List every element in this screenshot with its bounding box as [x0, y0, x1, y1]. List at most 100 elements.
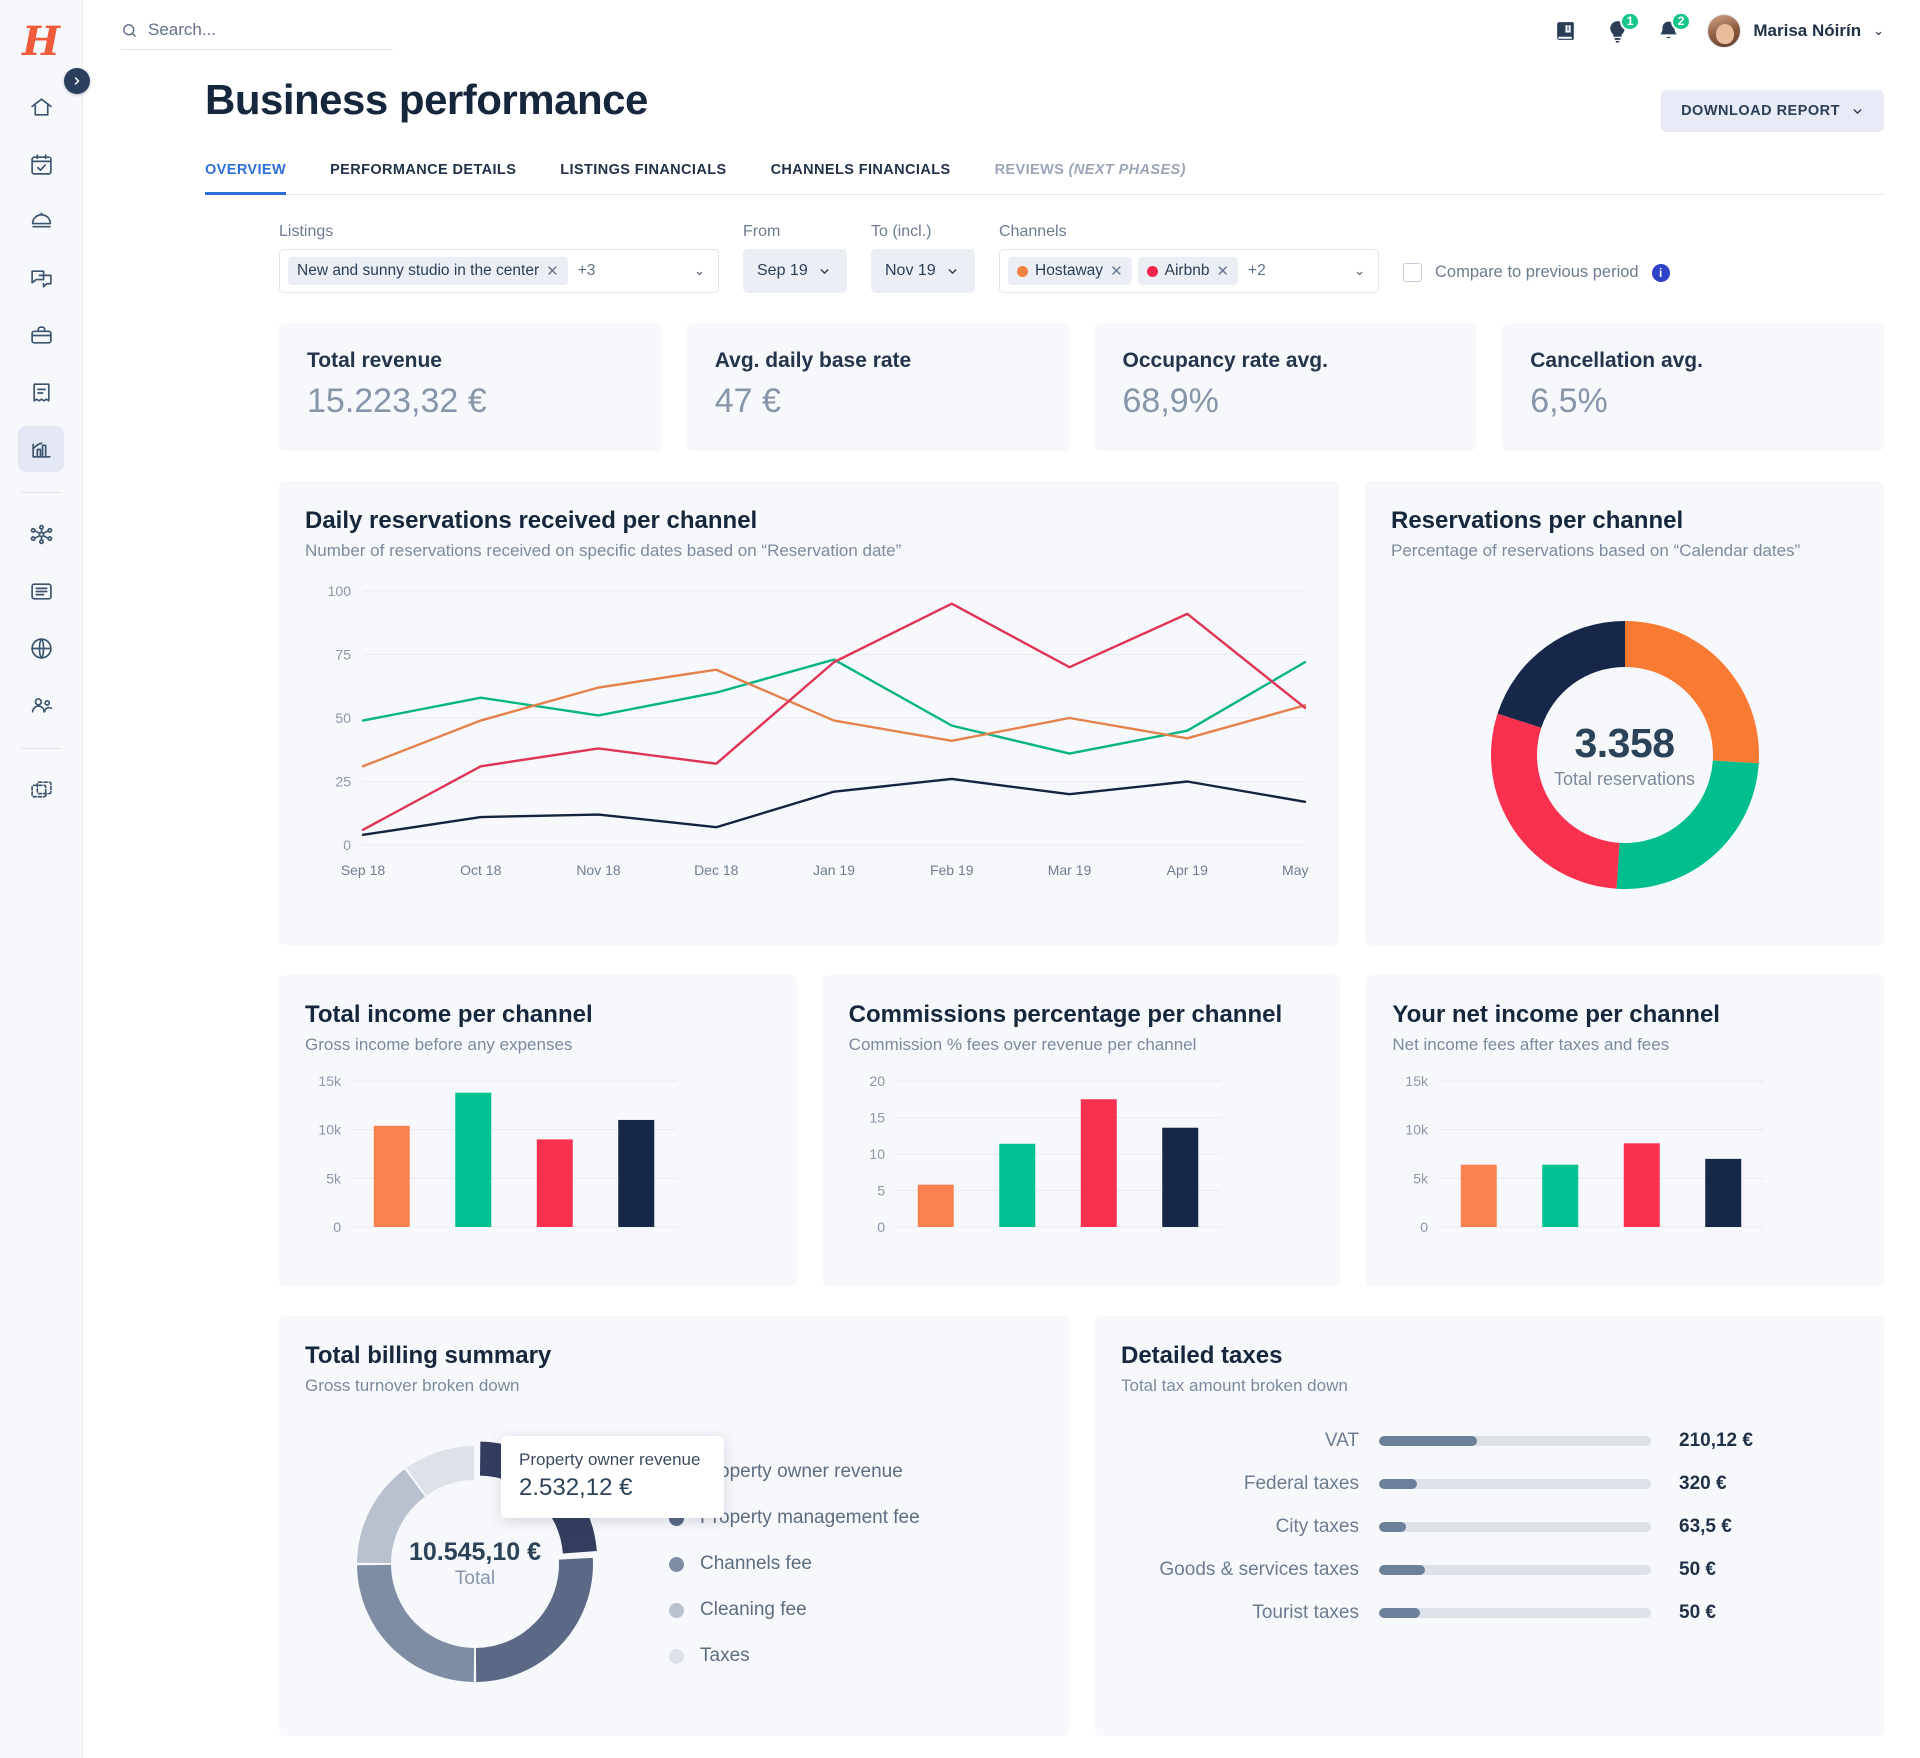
- home-icon: [30, 97, 52, 116]
- search-input[interactable]: [148, 20, 393, 40]
- list-icon: [30, 582, 52, 600]
- tax-bar-track: [1379, 1565, 1651, 1575]
- tax-rows: VAT 210,12 € Federal taxes 320 € City taxes 6…: [1121, 1430, 1858, 1624]
- listings-chip[interactable]: New and sunny studio in the center ✕: [288, 257, 568, 285]
- legend-item[interactable]: Channels fee: [669, 1553, 920, 1575]
- to-date-select[interactable]: Nov 19: [871, 249, 975, 293]
- svg-text:15: 15: [869, 1110, 885, 1126]
- compare-checkbox[interactable]: [1403, 263, 1422, 282]
- guide-book-button[interactable]: [1554, 19, 1579, 44]
- tab-reviews[interactable]: REVIEWS (NEXT PHASES): [995, 162, 1186, 195]
- sidebar-collapse-button[interactable]: [64, 68, 90, 94]
- tax-bar-track: [1379, 1436, 1651, 1446]
- card-title: Total income per channel: [305, 1001, 593, 1028]
- sidebar-item-tasks[interactable]: [18, 568, 64, 614]
- card-subtitle: Net income fees after taxes and fees: [1392, 1035, 1670, 1054]
- sidebar-item-channels[interactable]: [18, 625, 64, 671]
- kpi-label: Cancellation avg.: [1530, 349, 1703, 372]
- sidebar-item-calendar[interactable]: [18, 141, 64, 187]
- tax-row: Federal taxes 320 €: [1121, 1473, 1846, 1495]
- download-report-button[interactable]: DOWNLOAD REPORT: [1661, 90, 1884, 132]
- tab-performance-details[interactable]: PERFORMANCE DETAILS: [330, 162, 516, 195]
- app-root: H Search... 1 2 Marisa Nóirín ⌄ Business…: [0, 0, 1920, 1758]
- notifications-badge: 2: [1670, 11, 1692, 31]
- chevron-down-icon[interactable]: ⌄: [1354, 263, 1370, 279]
- svg-text:0: 0: [343, 837, 351, 853]
- donut-total-value: 3.358: [1574, 720, 1675, 766]
- sidebar-item-templates[interactable]: [18, 767, 64, 813]
- card-subtitle: Percentage of reservations based on “Cal…: [1391, 541, 1801, 560]
- close-icon[interactable]: ✕: [1216, 262, 1229, 280]
- listings-filter: Listings New and sunny studio in the cen…: [279, 223, 719, 293]
- svg-text:5k: 5k: [1414, 1170, 1430, 1186]
- card-subtitle: Number of reservations received on speci…: [305, 541, 902, 560]
- sidebar-item-team[interactable]: [18, 682, 64, 728]
- tab-listings-financials[interactable]: LISTINGS FINANCIALS: [560, 162, 726, 195]
- to-filter: To (incl.) Nov 19: [871, 223, 975, 293]
- tab-bar: OVERVIEW PERFORMANCE DETAILS LISTINGS FI…: [205, 162, 1884, 195]
- calendar-check-icon: [30, 153, 52, 175]
- listings-select[interactable]: New and sunny studio in the center ✕ +3 …: [279, 249, 719, 293]
- tab-overview[interactable]: OVERVIEW: [205, 162, 287, 195]
- sidebar-item-automations[interactable]: [18, 511, 64, 557]
- close-icon[interactable]: ✕: [1110, 262, 1123, 280]
- filter-bar: Listings New and sunny studio in the cen…: [83, 195, 1920, 293]
- listings-chip-label: New and sunny studio in the center: [297, 262, 540, 279]
- tax-name: VAT: [1324, 1430, 1359, 1451]
- briefcase-icon: [30, 325, 52, 344]
- svg-text:0: 0: [877, 1219, 885, 1235]
- tax-row: Goods & services taxes 50 €: [1121, 1559, 1846, 1581]
- channel-chip-hostaway[interactable]: Hostaway ✕: [1008, 257, 1132, 285]
- search-box[interactable]: [121, 20, 393, 50]
- tax-bar-track: [1379, 1522, 1651, 1532]
- svg-text:Mar 19: Mar 19: [1048, 862, 1092, 878]
- card-title: Daily reservations received per channel: [305, 507, 758, 534]
- from-filter-label: From: [743, 223, 781, 240]
- tips-badge: 1: [1619, 11, 1641, 31]
- daily-reservations-chart: 0 25 50 75 100 Sep 18 Oct 18 Nov 18 Dec 18 Jan 19…: [328, 583, 1329, 878]
- tax-bar-track: [1379, 1608, 1651, 1618]
- sidebar-item-guests[interactable]: [18, 198, 64, 244]
- compare-label: Compare to previous period: [1435, 263, 1639, 281]
- charts-row-1: Daily reservations received per channel …: [83, 481, 1920, 945]
- card-net-income-per-channel: Your net income per channel Net income f…: [1366, 975, 1885, 1286]
- duplicate-icon: [30, 780, 52, 798]
- user-name: Marisa Nóirín: [1753, 21, 1862, 40]
- from-date-select[interactable]: Sep 19: [743, 249, 847, 293]
- chevron-down-icon[interactable]: ⌄: [694, 263, 710, 279]
- channel-color-dot: [1017, 265, 1028, 277]
- tax-value: 50 €: [1679, 1559, 1716, 1580]
- sidebar-divider-1: [21, 492, 61, 493]
- kpi-row: Total revenue 15.223,32 € Avg. daily bas…: [83, 293, 1920, 451]
- card-title: Detailed taxes: [1121, 1342, 1283, 1369]
- kpi-occupancy-rate-avg: Occupancy rate avg. 68,9%: [1094, 323, 1477, 451]
- svg-text:10k: 10k: [1406, 1122, 1430, 1138]
- user-menu[interactable]: Marisa Nóirín ⌄: [1707, 14, 1884, 48]
- legend-item[interactable]: Taxes: [669, 1645, 920, 1667]
- notifications-button[interactable]: 2: [1656, 11, 1692, 44]
- svg-text:0: 0: [333, 1219, 341, 1235]
- legend-item[interactable]: Cleaning fee: [669, 1599, 920, 1621]
- tab-channels-financials[interactable]: CHANNELS FINANCIALS: [771, 162, 951, 195]
- sidebar-item-listings[interactable]: [18, 312, 64, 358]
- tips-button[interactable]: 1: [1605, 11, 1641, 44]
- svg-text:15k: 15k: [318, 1073, 342, 1089]
- download-report-label: DOWNLOAD REPORT: [1681, 103, 1840, 119]
- sidebar-item-inbox[interactable]: [18, 255, 64, 301]
- kpi-value: 15.223,32 €: [307, 382, 487, 420]
- close-icon[interactable]: ✕: [546, 262, 559, 280]
- info-icon[interactable]: i: [1651, 263, 1670, 282]
- svg-text:20: 20: [869, 1073, 885, 1089]
- sidebar-item-invoices[interactable]: [18, 369, 64, 415]
- channel-chip-airbnb[interactable]: Airbnb ✕: [1137, 257, 1239, 285]
- brand-logo[interactable]: H: [22, 22, 60, 62]
- compare-previous-period[interactable]: Compare to previous period i: [1403, 263, 1670, 282]
- sidebar-item-home[interactable]: [18, 84, 64, 130]
- kpi-value: 68,9%: [1122, 382, 1219, 420]
- channel-color-dot: [1146, 265, 1158, 277]
- commissions-bar-chart: 0 5 10 15 20: [869, 1073, 1221, 1235]
- top-bar-actions: 1 2 Marisa Nóirín ⌄: [1554, 11, 1884, 48]
- channels-select[interactable]: Hostaway ✕ Airbnb ✕ +2 ⌄: [999, 249, 1379, 293]
- sidebar-item-analytics[interactable]: [18, 426, 64, 472]
- svg-text:Dec 18: Dec 18: [694, 862, 739, 878]
